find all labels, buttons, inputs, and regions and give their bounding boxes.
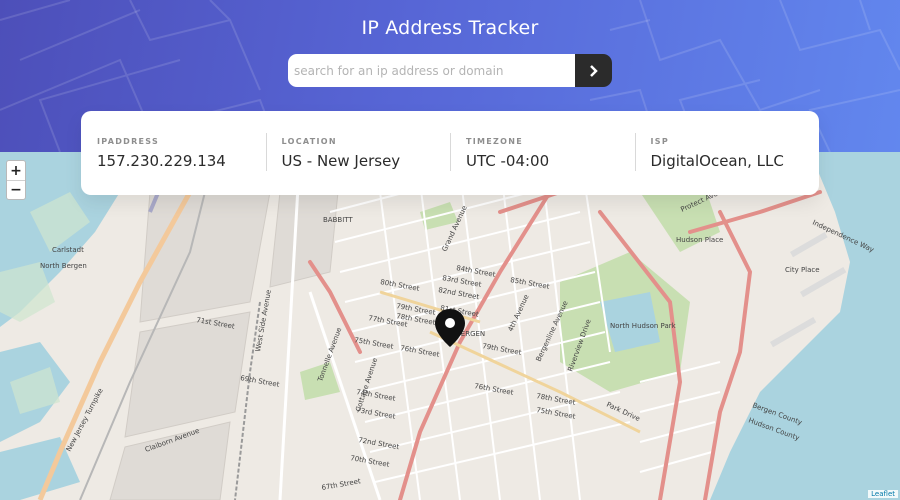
zoom-in-button[interactable]: + bbox=[7, 161, 25, 180]
page-title: IP Address Tracker bbox=[361, 17, 539, 39]
search-button[interactable] bbox=[575, 54, 612, 87]
map-label-city-place: City Place bbox=[785, 266, 820, 274]
location-label: LOCATION bbox=[281, 137, 337, 146]
map-view[interactable]: BABBITT BERGEN North Bergen Carlstadt No… bbox=[0, 152, 900, 500]
isp-value: DigitalOcean, LLC bbox=[650, 152, 784, 170]
isp-label: ISP bbox=[650, 137, 670, 146]
ip-address-label: IPADDRESS bbox=[97, 137, 160, 146]
search-bar bbox=[288, 54, 612, 87]
ip-address-section: IPADDRESS 157.230.229.134 bbox=[81, 111, 266, 195]
search-input[interactable] bbox=[288, 54, 575, 87]
timezone-section: TIMEZONE UTC -04:00 bbox=[450, 111, 635, 195]
map-label-north-hudson-park: North Hudson Park bbox=[610, 322, 677, 330]
map-label-carlstadt: Carlstadt bbox=[52, 246, 84, 254]
map-label-babbitt: BABBITT bbox=[323, 216, 353, 224]
timezone-label: TIMEZONE bbox=[466, 137, 524, 146]
zoom-control: + − bbox=[6, 160, 26, 200]
map-label-north-bergen: North Bergen bbox=[40, 262, 87, 270]
map-label-hudson-place: Hudson Place bbox=[676, 236, 723, 244]
isp-section: ISP DigitalOcean, LLC bbox=[634, 111, 820, 195]
location-section: LOCATION US - New Jersey bbox=[265, 111, 451, 195]
ip-info-card: IPADDRESS 157.230.229.134 LOCATION US - … bbox=[81, 111, 819, 195]
location-value: US - New Jersey bbox=[281, 152, 401, 170]
map-attribution-link[interactable]: Leaflet bbox=[868, 490, 898, 498]
timezone-value: UTC -04:00 bbox=[466, 152, 550, 170]
zoom-out-button[interactable]: − bbox=[7, 180, 25, 199]
chevron-right-icon bbox=[589, 64, 598, 77]
location-pin-icon[interactable] bbox=[434, 308, 466, 348]
ip-address-value: 157.230.229.134 bbox=[97, 152, 226, 170]
